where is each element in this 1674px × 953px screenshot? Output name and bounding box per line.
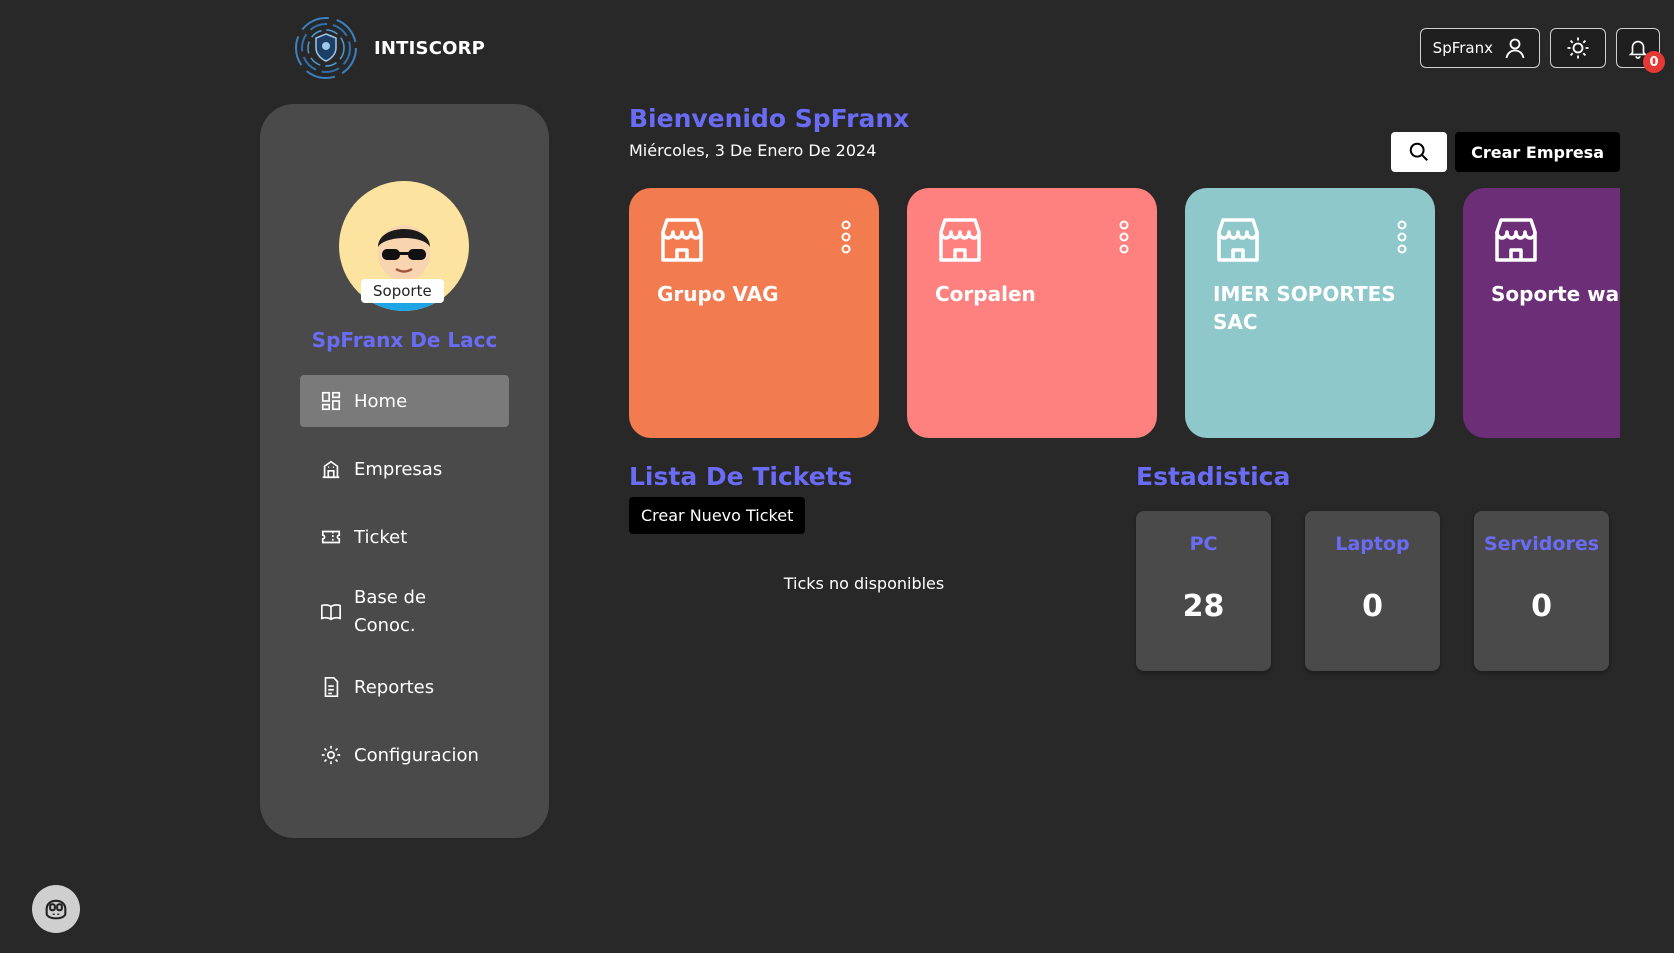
sidebar-item-reportes[interactable]: Reportes	[300, 661, 509, 713]
company-card[interactable]: IMER SOPORTES SAC	[1185, 188, 1435, 438]
dashboard-icon	[321, 391, 341, 411]
notification-badge: 0	[1643, 51, 1665, 73]
top-bar: SpFranx 0	[1419, 28, 1665, 73]
search-icon	[1409, 142, 1429, 161]
header-actions: Crear Empresa	[1391, 132, 1620, 172]
company-card[interactable]: Corpalen	[907, 188, 1157, 438]
stat-value: 28	[1182, 589, 1225, 624]
sidebar-item-base-conocimiento[interactable]: Base de Conoc.	[300, 579, 509, 645]
tickets-title: Lista De Tickets	[629, 462, 853, 491]
theme-toggle-button[interactable]	[1550, 28, 1606, 68]
stat-card-servidores: Servidores 0	[1474, 511, 1609, 671]
statistics-title: Estadistica	[1136, 462, 1291, 491]
brand-logo[interactable]: INTISCORP	[292, 14, 485, 82]
sidebar-item-home[interactable]: Home	[300, 375, 509, 427]
more-vertical-icon[interactable]	[1119, 220, 1129, 254]
sidebar-item-empresas[interactable]: Empresas	[300, 443, 509, 495]
stat-cards: PC 28 Laptop 0 Servidores 0	[1136, 511, 1609, 671]
sidebar-item-label: Reportes	[354, 676, 435, 698]
statistics-section: Estadistica PC 28 Laptop 0 Servidores 0	[1136, 462, 1609, 671]
profile-name: SpFranx De Lacc	[311, 328, 498, 352]
search-button[interactable]	[1391, 132, 1448, 172]
sidebar: Soporte SpFranx De Lacc Home Empresas Ti…	[260, 104, 549, 838]
user-icon	[1505, 38, 1525, 59]
role-tag: Soporte	[361, 279, 444, 303]
stat-label: Servidores	[1483, 533, 1600, 555]
sidebar-item-label: Base de Conoc.	[354, 587, 427, 636]
company-name: Grupo VAG	[657, 282, 779, 306]
notifications-button[interactable]: 0	[1616, 28, 1665, 73]
company-name: Corpalen	[935, 282, 1036, 306]
sidebar-item-label: Ticket	[354, 526, 408, 548]
avatar-container: Soporte	[339, 181, 469, 311]
store-icon	[939, 218, 981, 262]
store-icon	[661, 218, 703, 262]
book-icon	[321, 604, 341, 621]
stat-label: Laptop	[1335, 533, 1410, 555]
document-icon	[324, 677, 339, 697]
sidebar-nav: Home Empresas Ticket Base de Conoc. Repo…	[300, 375, 509, 797]
sidebar-item-label: Home	[354, 390, 408, 412]
more-vertical-icon[interactable]	[1397, 220, 1407, 254]
sidebar-item-label: Configuracion	[354, 744, 479, 766]
username: SpFranx	[1432, 39, 1493, 57]
create-company-button[interactable]: Crear Empresa	[1455, 132, 1620, 172]
company-name: IMER SOPORTES SAC	[1213, 282, 1396, 334]
sidebar-item-label: Empresas	[354, 458, 443, 480]
more-vertical-icon[interactable]	[841, 220, 851, 254]
tickets-empty-message: Ticks no disponibles	[783, 574, 945, 593]
stat-value: 0	[1362, 589, 1383, 624]
brand-name: INTISCORP	[374, 37, 486, 59]
sidebar-item-configuracion[interactable]: Configuracion	[300, 729, 509, 781]
sun-icon	[1567, 37, 1589, 59]
copilot-icon	[45, 899, 67, 920]
building-icon	[322, 460, 340, 479]
create-ticket-button[interactable]: Crear Nuevo Ticket	[629, 497, 806, 534]
gear-icon	[321, 745, 341, 765]
company-name: Soporte war	[1491, 282, 1620, 306]
company-card[interactable]: Grupo VAG	[629, 188, 879, 438]
welcome-header: Bienvenido SpFranx Miércoles, 3 De Enero…	[629, 104, 909, 160]
shield-logo-icon	[295, 17, 357, 79]
user-menu-button[interactable]: SpFranx	[1419, 28, 1540, 68]
company-card[interactable]: Soporte war	[1463, 188, 1620, 438]
sidebar-item-ticket[interactable]: Ticket	[300, 511, 509, 563]
stat-value: 0	[1531, 589, 1552, 624]
company-carousel: Grupo VAG Corpalen IMER SOPORTES SAC Sop…	[629, 188, 1620, 438]
current-date: Miércoles, 3 De Enero De 2024	[629, 141, 877, 160]
assistant-button[interactable]	[32, 885, 80, 933]
page-title: Bienvenido SpFranx	[629, 104, 910, 133]
stat-card-pc: PC 28	[1136, 511, 1271, 671]
tickets-section: Lista De Tickets Crear Nuevo Ticket Tick…	[629, 462, 1099, 593]
stat-card-laptop: Laptop 0	[1305, 511, 1440, 671]
stat-label: PC	[1189, 533, 1218, 555]
ticket-icon	[321, 530, 341, 544]
store-icon	[1495, 218, 1537, 262]
store-icon	[1217, 218, 1259, 262]
